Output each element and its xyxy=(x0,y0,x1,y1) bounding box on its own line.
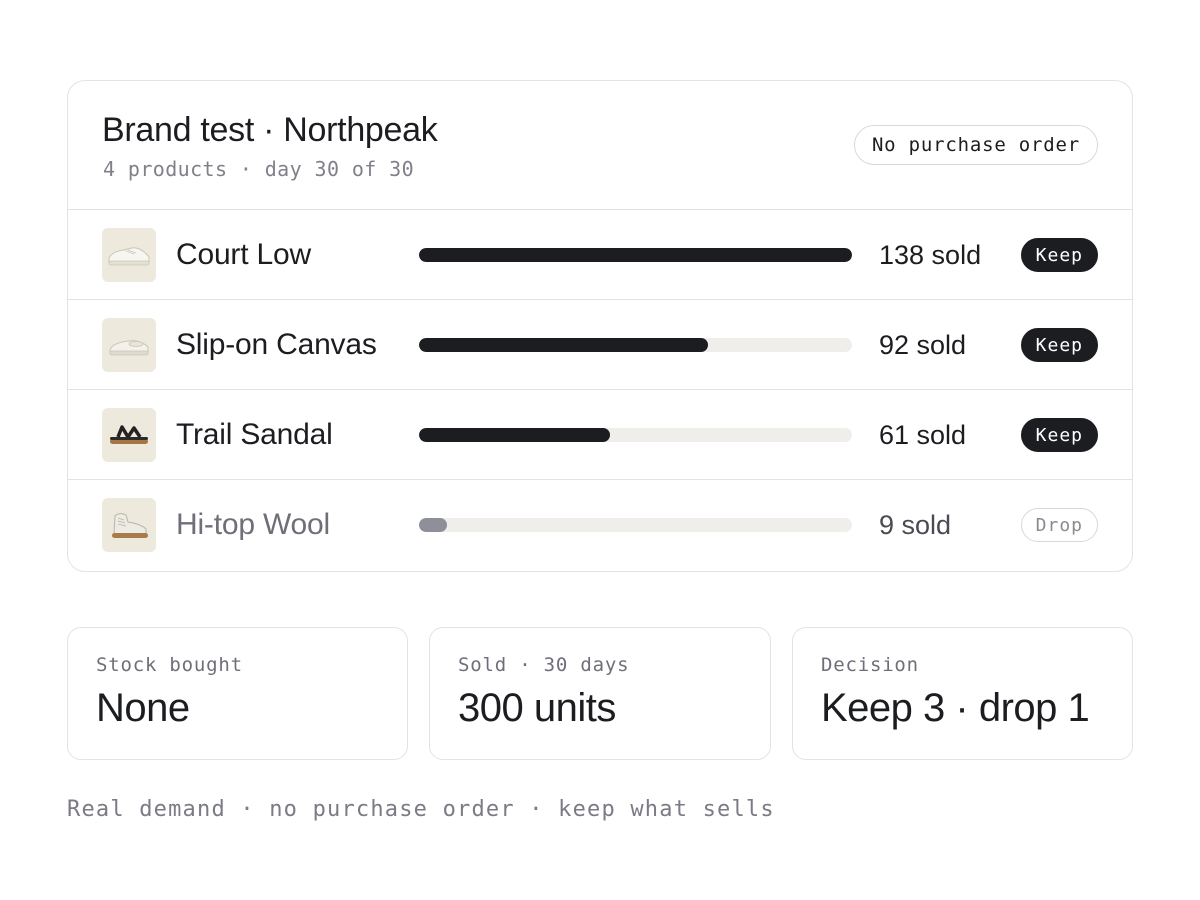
sales-bar-track xyxy=(419,248,852,262)
product-row-slip-on-canvas[interactable]: Slip-on Canvas 92 sold Keep xyxy=(68,300,1132,390)
product-row-court-low[interactable]: Court Low 138 sold Keep xyxy=(68,210,1132,300)
sales-bar-track xyxy=(419,428,852,442)
sales-bar-track xyxy=(419,518,852,532)
keep-badge: Keep xyxy=(1020,328,1098,362)
drop-badge: Drop xyxy=(1020,508,1098,542)
stat-value: Keep 3 · drop 1 xyxy=(821,686,1090,730)
sold-count: 92 sold xyxy=(879,329,967,360)
card-header: Brand test · Northpeak 4 products · day … xyxy=(68,81,1132,210)
keep-badge: Keep xyxy=(1020,238,1098,272)
sales-bar-fill xyxy=(419,338,708,352)
product-name: Slip-on Canvas xyxy=(176,328,377,361)
stats-row: Stock bought None Sold · 30 days 300 uni… xyxy=(67,627,1133,760)
product-name: Hi-top Wool xyxy=(176,508,330,541)
product-row-trail-sandal[interactable]: Trail Sandal 61 sold Keep xyxy=(68,390,1132,480)
keep-badge: Keep xyxy=(1020,418,1098,452)
stat-stock-bought: Stock bought None xyxy=(67,627,408,760)
sold-count: 61 sold xyxy=(879,419,967,450)
sandal-icon xyxy=(102,408,156,462)
stat-value: 300 units xyxy=(458,686,616,730)
sneaker-low-icon xyxy=(102,228,156,282)
sold-count: 9 sold xyxy=(879,509,952,540)
stat-value: None xyxy=(96,686,190,730)
page-subtitle: 4 products · day 30 of 30 xyxy=(103,157,415,181)
product-name: Trail Sandal xyxy=(176,418,333,451)
page-title: Brand test · Northpeak xyxy=(102,111,438,149)
slip-on-shoe-icon xyxy=(102,318,156,372)
sales-bar-fill xyxy=(419,248,852,262)
hi-top-shoe-icon xyxy=(102,498,156,552)
sales-bar-fill xyxy=(419,428,611,442)
stat-label: Stock bought xyxy=(96,654,243,676)
product-row-hi-top-wool[interactable]: Hi-top Wool 9 sold Drop xyxy=(68,480,1132,570)
sales-bar-track xyxy=(419,338,852,352)
sold-count: 138 sold xyxy=(879,239,982,270)
stat-decision: Decision Keep 3 · drop 1 xyxy=(792,627,1133,760)
stat-label: Decision xyxy=(821,654,919,676)
no-purchase-order-badge: No purchase order xyxy=(853,125,1098,165)
footer-tagline: Real demand · no purchase order · keep w… xyxy=(67,797,775,822)
product-name: Court Low xyxy=(176,238,311,271)
stat-sold: Sold · 30 days 300 units xyxy=(429,627,771,760)
sales-bar-fill xyxy=(419,518,448,532)
brand-test-card: Brand test · Northpeak 4 products · day … xyxy=(67,80,1133,572)
stat-label: Sold · 30 days xyxy=(458,654,630,676)
